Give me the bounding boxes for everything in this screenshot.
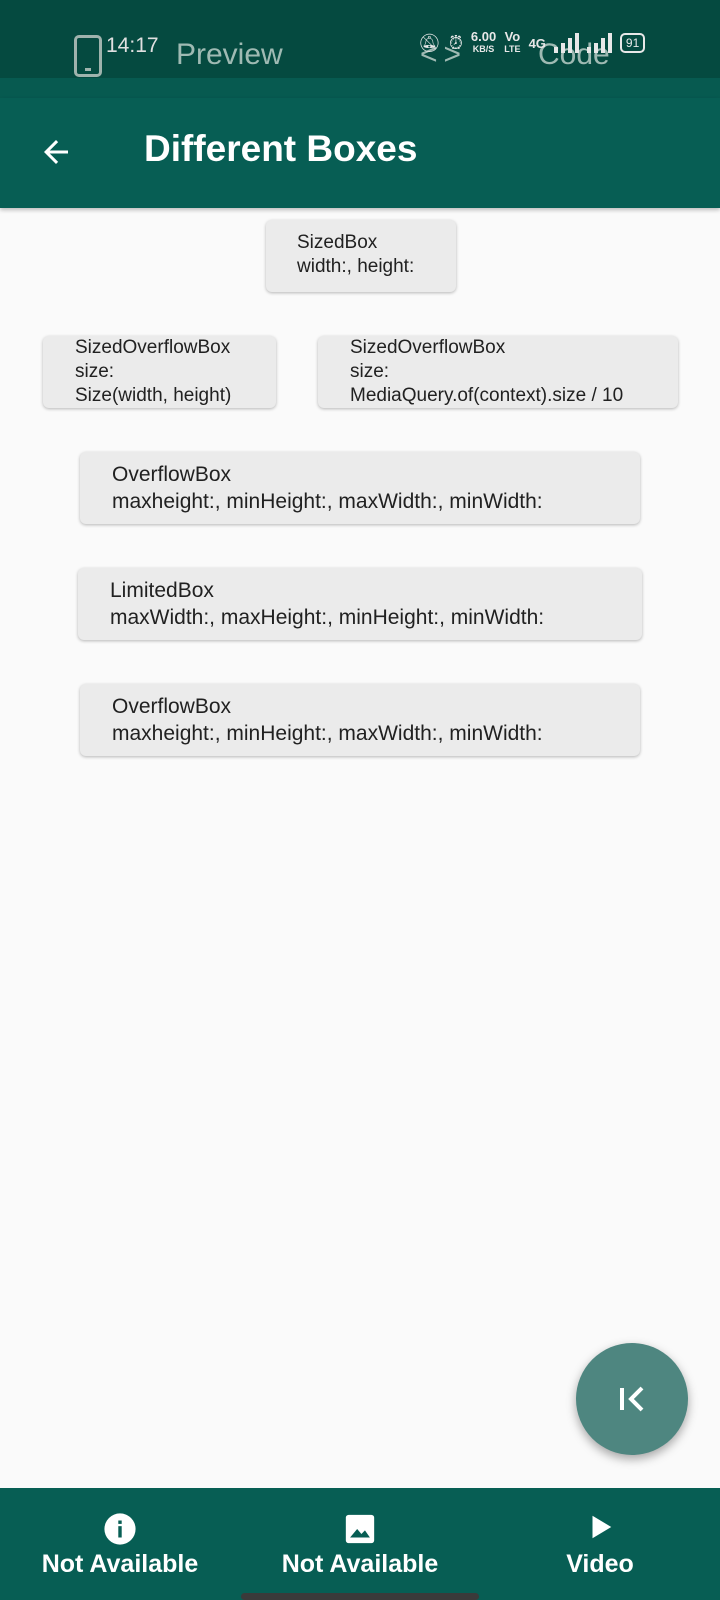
signal-icon-2	[586, 33, 612, 53]
battery-icon: 91	[619, 33, 646, 53]
box-text: size:	[75, 361, 115, 382]
box-text: maxheight:, minHeight:, maxWidth:, minWi…	[112, 722, 543, 745]
nav-item-label: Not Available	[281, 1550, 439, 1578]
phone-icon	[74, 35, 102, 77]
nav-item-info[interactable]: Not Available	[20, 1488, 220, 1600]
nav-item-image[interactable]: Not Available	[260, 1488, 460, 1600]
box-title: SizedOverflowBox	[350, 337, 506, 358]
signal-icon	[553, 33, 579, 53]
network-speed: 6.00 KB/S	[470, 29, 497, 54]
box-text: Size(width, height)	[75, 385, 232, 406]
page-title: Different Boxes	[144, 128, 418, 169]
box-title: OverflowBox	[112, 463, 232, 486]
overflowbox-box: OverflowBox maxheight:, minHeight:, maxW…	[80, 452, 640, 524]
alarm-icon: ⏰︎	[448, 32, 463, 53]
status-time: 14:17	[106, 34, 159, 57]
nav-item-label: Not Available	[41, 1550, 199, 1578]
mute-icon: 🔕︎	[418, 32, 441, 53]
network-type: 4G	[528, 35, 546, 51]
sizedoverflowbox-size-box: SizedOverflowBox size: Size(width, heigh…	[43, 336, 276, 408]
limitedbox-box: LimitedBox maxWidth:, maxHeight:, minHei…	[78, 568, 642, 640]
box-text: size:	[350, 361, 390, 382]
box-title: SizedOverflowBox	[75, 337, 231, 358]
image-icon	[345, 1514, 375, 1544]
box-text: width:, height:	[297, 256, 415, 277]
status-tab-strip	[0, 78, 720, 98]
bottom-navigation: Not Available Not Available Video	[0, 1488, 720, 1600]
home-indicator	[241, 1593, 479, 1600]
overflowbox-box-2: OverflowBox maxheight:, minHeight:, maxW…	[80, 684, 640, 756]
box-title: LimitedBox	[110, 579, 214, 602]
info-icon	[104, 1513, 136, 1545]
nav-item-video[interactable]: Video	[500, 1488, 700, 1600]
box-text: MediaQuery.of(context).size / 10	[350, 385, 624, 406]
box-text: maxWidth:, maxHeight:, minHeight:, minWi…	[110, 606, 545, 629]
preview-tab[interactable]: Preview	[176, 38, 283, 72]
box-title: OverflowBox	[112, 695, 232, 718]
skip-previous-icon	[620, 1386, 644, 1412]
sizedbox-box: SizedBox width:, height:	[266, 220, 456, 292]
play-icon	[592, 1515, 612, 1539]
sizedoverflowbox-mediaquery-box: SizedOverflowBox size: MediaQuery.of(con…	[318, 336, 678, 408]
box-text: maxheight:, minHeight:, maxWidth:, minWi…	[112, 490, 543, 513]
volte-icon: Vo LTE	[504, 29, 521, 54]
status-icons: 🔕︎ ⏰︎ 6.00 KB/S Vo LTE 4G 91	[418, 29, 646, 56]
previous-fab-button[interactable]	[576, 1343, 688, 1455]
nav-item-label: Video	[566, 1550, 634, 1578]
back-arrow-icon[interactable]	[38, 134, 74, 170]
box-title: SizedBox	[297, 232, 378, 253]
